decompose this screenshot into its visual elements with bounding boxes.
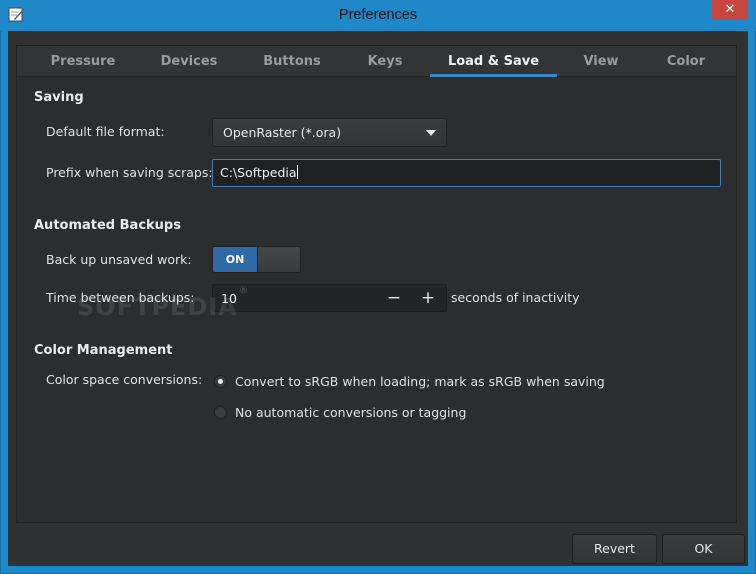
tab-bar: Pressure Devices Buttons Keys Load & Sav…	[17, 46, 736, 77]
revert-button[interactable]: Revert	[572, 534, 657, 564]
backup-toggle-switch[interactable]: ON	[212, 246, 301, 273]
ok-button[interactable]: OK	[662, 534, 745, 564]
default-format-label: Default file format:	[46, 124, 165, 139]
section-title-color-management: Color Management	[34, 343, 173, 358]
default-format-dropdown[interactable]: OpenRaster (*.ora)	[212, 118, 447, 147]
softpedia-watermark: SOFTPEDIA	[77, 293, 238, 321]
dropdown-arrow-icon	[426, 130, 436, 136]
switch-knob[interactable]	[257, 247, 300, 272]
tab-color[interactable]: Color	[645, 46, 727, 77]
window-title: Preferences	[338, 7, 418, 23]
minus-icon: −	[386, 288, 402, 308]
tab-load-save[interactable]: Load & Save	[430, 46, 557, 77]
close-icon: ✕	[724, 2, 736, 17]
increment-button[interactable]: +	[412, 285, 444, 311]
radio-convert-srgb-label[interactable]: Convert to sRGB when loading; mark as sR…	[235, 374, 605, 389]
preferences-notebook: Pressure Devices Buttons Keys Load & Sav…	[16, 45, 737, 523]
tab-view[interactable]: View	[565, 46, 637, 77]
tab-devices[interactable]: Devices	[143, 46, 235, 77]
text-caret	[296, 165, 298, 179]
interval-suffix: seconds of inactivity	[451, 290, 580, 305]
prefix-label: Prefix when saving scraps:	[46, 165, 213, 180]
switch-on-label: ON	[213, 247, 257, 272]
default-format-value: OpenRaster (*.ora)	[223, 125, 342, 140]
radio-no-conversion-label[interactable]: No automatic conversions or tagging	[235, 405, 466, 420]
close-button[interactable]: ✕	[712, 0, 748, 20]
tab-keys[interactable]: Keys	[347, 46, 423, 77]
backup-label: Back up unsaved work:	[46, 252, 192, 267]
section-title-backups: Automated Backups	[34, 218, 181, 233]
tab-pressure[interactable]: Pressure	[35, 46, 131, 77]
radio-convert-srgb[interactable]	[214, 375, 227, 388]
decrement-button[interactable]: −	[378, 285, 410, 311]
plus-icon: +	[420, 288, 436, 308]
radio-no-conversion[interactable]	[214, 406, 227, 419]
section-title-saving: Saving	[34, 90, 84, 105]
title-bar[interactable]: Preferences ✕	[0, 0, 756, 31]
prefix-value: C:\Softpedia	[220, 165, 297, 180]
registered-mark: ®	[239, 286, 248, 296]
tab-buttons[interactable]: Buttons	[246, 46, 338, 77]
prefix-input[interactable]: C:\Softpedia	[212, 159, 721, 187]
conversions-label: Color space conversions:	[46, 372, 203, 387]
